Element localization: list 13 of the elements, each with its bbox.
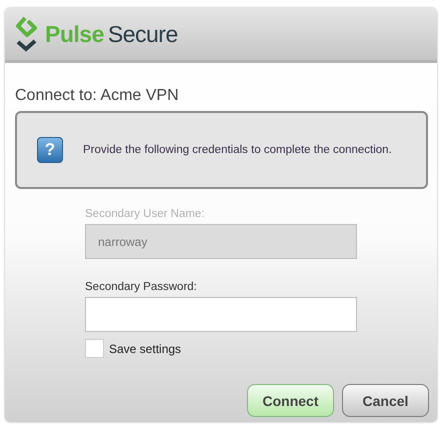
field-label: Secondary Password: bbox=[85, 281, 197, 293]
brand-name: Pulse bbox=[45, 20, 104, 48]
logo-icon bbox=[15, 16, 39, 52]
brand-name: Secure bbox=[108, 20, 178, 48]
field-label: Secondary User Name: bbox=[85, 208, 205, 220]
checkbox[interactable] bbox=[85, 339, 104, 358]
info-message: Provide the following credentials to complete the connection. bbox=[83, 144, 392, 156]
cancel-button[interactable]: Cancel bbox=[342, 384, 429, 417]
input-field[interactable] bbox=[85, 297, 357, 332]
connect-button[interactable]: Connect bbox=[247, 384, 334, 417]
checkbox-label: Save settings bbox=[109, 342, 182, 356]
help-icon: ? bbox=[37, 137, 63, 163]
connection-heading: Connect to: Acme VPN bbox=[15, 87, 180, 105]
